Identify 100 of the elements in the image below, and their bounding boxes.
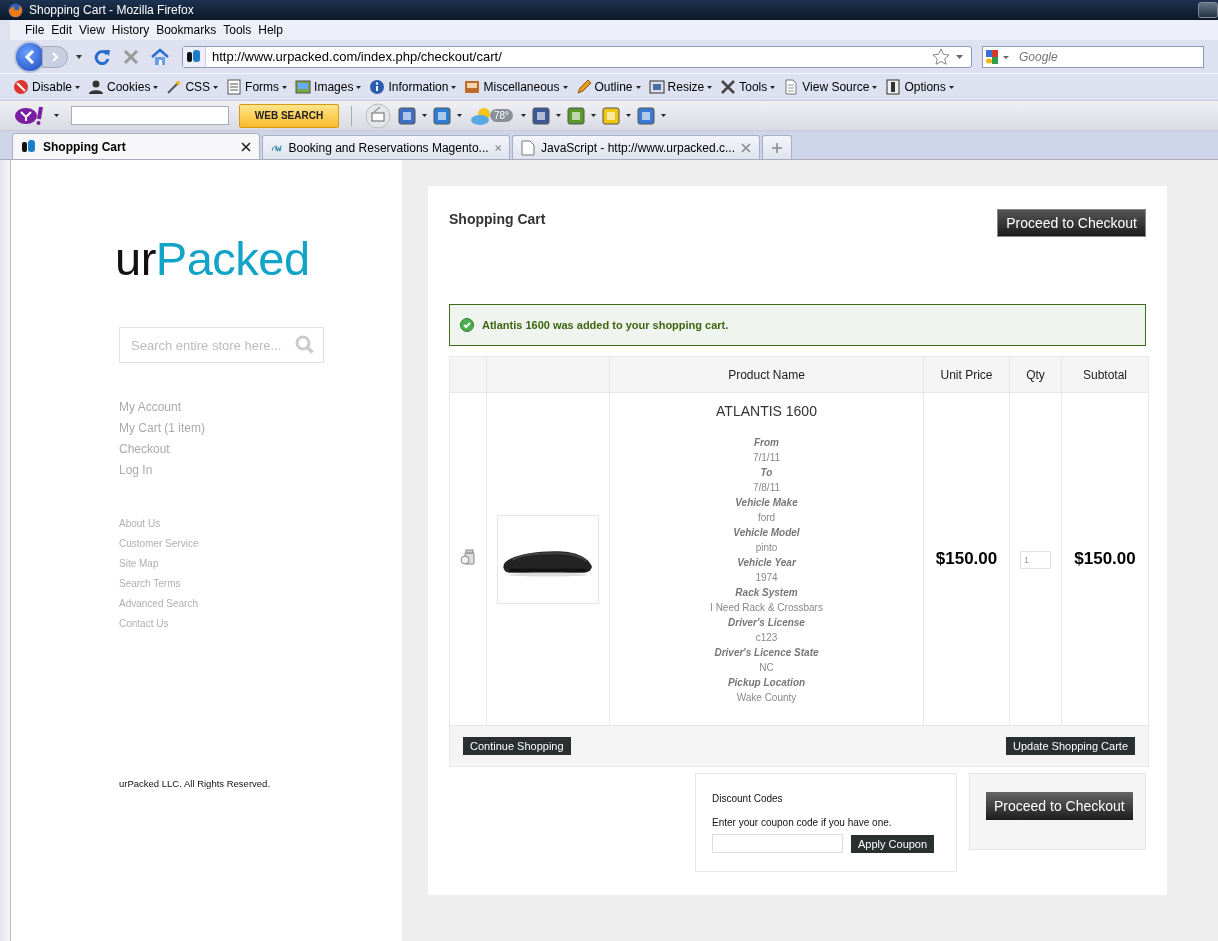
search-engine-icon[interactable] (984, 47, 1012, 66)
info-icon (369, 79, 386, 95)
caret-icon[interactable] (956, 54, 963, 59)
site-icon (186, 48, 202, 65)
toolbar-menu-button[interactable]: Resize (647, 79, 714, 95)
caret-icon (521, 114, 527, 117)
options-icon (885, 79, 902, 95)
address-bar[interactable]: http://www.urpacked.com/index.php/checkout/cart/ (182, 45, 972, 68)
toolbar-menu-button[interactable]: Disable (12, 79, 82, 95)
crop-icon (648, 79, 665, 95)
history-dropdown[interactable] (74, 54, 84, 59)
toolbar-menu-button[interactable]: Outline (574, 79, 642, 95)
caret-icon (635, 85, 641, 89)
continue-shopping-button[interactable]: Continue Shopping (463, 737, 571, 755)
option-label: Vehicle Model (733, 526, 800, 540)
column-header: Subtotal (1082, 367, 1127, 382)
page-title: Shopping Cart (449, 211, 546, 227)
option-value: c123 (755, 631, 778, 645)
close-icon[interactable] (241, 141, 251, 152)
copyright-text: urPacked LLC. All Rights Reserved. (119, 778, 272, 789)
menu-item[interactable]: File (24, 23, 51, 37)
caret-icon (948, 85, 954, 89)
option-value: I Need Rack & Crossbars (710, 601, 823, 615)
form-icon (226, 79, 243, 95)
toolbar-menu-button[interactable]: Images (294, 79, 363, 95)
caret-icon (75, 85, 81, 89)
caret-icon (451, 85, 457, 89)
option-label: To (760, 466, 773, 480)
caret-icon (213, 85, 219, 89)
product-name[interactable]: ATLANTIS 1600 (610, 403, 923, 419)
column-header: Unit Price (940, 367, 993, 382)
plus-icon (772, 142, 782, 153)
option-label: Driver's License (728, 616, 805, 630)
toolbar-menu-button[interactable]: View Source (782, 79, 879, 95)
browser-tab[interactable]: JavaScript - http://www.urpacked.c... (512, 135, 760, 159)
logo-text: Packed (155, 235, 310, 282)
toolbar-menu-button[interactable]: Forms (225, 79, 289, 95)
option-label: Pickup Location (727, 676, 806, 690)
message-text: Atlantis 1600 was added to your shopping cart. (482, 319, 729, 331)
person-icon (88, 79, 105, 95)
caret-icon (54, 114, 59, 117)
menu-item[interactable]: Bookmarks (155, 23, 223, 37)
caret-icon (626, 114, 632, 117)
logo-text: ur (115, 235, 156, 282)
web-search-button[interactable]: WEB SEARCH (239, 103, 339, 128)
star-icon[interactable] (932, 47, 950, 66)
toolbar-menu-button[interactable]: Miscellaneous (463, 79, 569, 95)
option-label: Driver's Licence State (714, 646, 819, 660)
browser-tab[interactable]: Booking and Reservations Magento... (262, 135, 510, 159)
toolbar-menu-button[interactable]: Information (368, 79, 458, 95)
site-icon (21, 138, 37, 155)
store-search-field[interactable]: Search entire store here... (119, 327, 324, 363)
option-value: 7/1/11 (752, 451, 781, 465)
apply-coupon-button[interactable]: Apply Coupon (851, 834, 935, 853)
caret-icon (356, 85, 362, 89)
discount-title: Discount Codes (712, 793, 784, 804)
checkout-button[interactable]: Proceed to Checkout (986, 792, 1133, 820)
checkout-button[interactable]: Proceed to Checkout (997, 209, 1146, 237)
option-value: 7/8/11 (752, 481, 781, 495)
toolbar-icon[interactable] (364, 102, 392, 129)
column-header: Qty (1026, 367, 1045, 382)
caret-icon (707, 85, 713, 89)
wand-icon (166, 79, 183, 95)
option-label: From (754, 436, 779, 450)
disable-icon (13, 79, 29, 95)
document-icon (521, 139, 535, 156)
caret-icon (282, 85, 288, 89)
menu-item[interactable]: History (110, 23, 156, 37)
toolbar-menu-button[interactable]: Options (884, 79, 955, 95)
unit-price: $150.00 (935, 549, 998, 568)
caret-icon (770, 85, 776, 89)
menu-item[interactable]: View (78, 23, 111, 37)
menu-item[interactable]: Edit (50, 23, 79, 37)
check-icon (460, 318, 474, 332)
update-cart-button[interactable]: Update Shopping Carte (1006, 737, 1135, 755)
caret-icon (661, 114, 667, 117)
option-value: pinto (755, 541, 778, 555)
menu-item[interactable]: Help (257, 23, 289, 37)
search-input[interactable] (71, 106, 229, 125)
menu-item[interactable]: Tools (222, 23, 258, 37)
caret-icon (556, 114, 562, 117)
caret-icon (422, 114, 427, 117)
coupon-field[interactable] (712, 834, 843, 853)
option-label: Vehicle Year (737, 556, 796, 570)
toolbar-menu-button[interactable]: CSS (165, 79, 220, 95)
minimize-button[interactable] (1198, 2, 1218, 18)
option-value: NC (759, 661, 774, 675)
trash-icon[interactable] (460, 549, 476, 565)
toolbar-menu-button[interactable]: Cookies (87, 79, 160, 95)
column-header: Product Name (728, 367, 805, 382)
caret-icon (591, 114, 597, 117)
search-field[interactable]: Google (982, 45, 1204, 68)
new-tab-button[interactable] (762, 135, 792, 159)
pencil-icon (575, 79, 592, 95)
toolbar-menu-button[interactable]: Tools (719, 79, 777, 95)
tools-icon (720, 79, 737, 95)
subtotal: $150.00 (1074, 549, 1136, 568)
box-icon (464, 79, 481, 95)
browser-tab[interactable]: Shopping Cart (12, 133, 260, 159)
caret-icon (872, 85, 878, 89)
